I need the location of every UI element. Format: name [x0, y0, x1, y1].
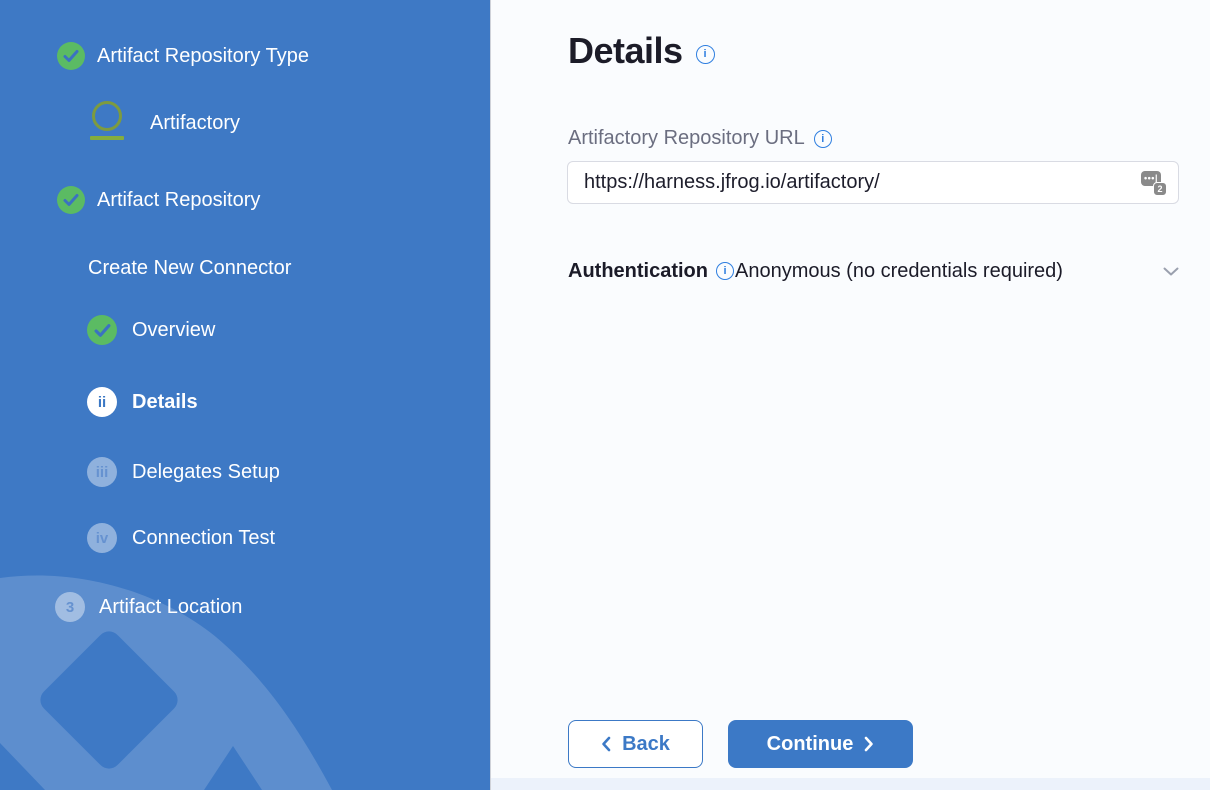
info-icon[interactable]: i [696, 45, 715, 64]
chevron-down-icon[interactable] [1163, 267, 1179, 276]
sidebar-step-artifact-repository-type[interactable]: Artifact Repository Type [57, 42, 309, 70]
back-button-label: Back [622, 733, 670, 756]
sidebar-section-create-new-connector: Create New Connector [88, 257, 291, 280]
step-label: Artifact Repository Type [97, 45, 309, 68]
step-numeral-badge: iii [87, 457, 117, 487]
wizard-footer-buttons: Back Continue [568, 720, 913, 768]
step-label: Artifactory [150, 112, 240, 135]
sidebar-step-delegates-setup[interactable]: iii Delegates Setup [87, 457, 280, 487]
url-field-label: Artifactory Repository URL [568, 127, 805, 150]
sidebar-step-artifact-location[interactable]: 3 Artifact Location [55, 592, 242, 622]
sidebar-step-artifact-repository[interactable]: Artifact Repository [57, 186, 260, 214]
step-label: Connection Test [132, 527, 275, 550]
wizard-sidebar: Artifact Repository Type Artifactory Art… [0, 0, 490, 790]
step-numeral-badge: ii [87, 387, 117, 417]
artifactory-icon [90, 101, 124, 145]
info-icon[interactable]: i [716, 262, 734, 280]
autofill-count-badge: 2 [1153, 182, 1167, 196]
url-field-label-row: Artifactory Repository URL i [568, 127, 832, 150]
continue-button[interactable]: Continue [728, 720, 913, 768]
sidebar-step-details[interactable]: ii Details [87, 387, 198, 417]
section-label: Create New Connector [88, 257, 291, 280]
step-label: Overview [132, 319, 215, 342]
back-button[interactable]: Back [568, 720, 703, 768]
continue-button-label: Continue [767, 733, 854, 756]
details-panel: Details i Artifactory Repository URL i •… [490, 0, 1210, 790]
authentication-row: Authentication i Anonymous (no credentia… [568, 256, 1179, 286]
chevron-left-icon [601, 736, 611, 752]
url-input-wrap: •••| 2 [567, 161, 1179, 204]
panel-header: Details i [568, 30, 715, 72]
page-background-strip [491, 778, 1210, 790]
chevron-right-icon [864, 736, 874, 752]
connector-wizard: Artifact Repository Type Artifactory Art… [0, 0, 1210, 790]
sidebar-step-artifactory[interactable]: Artifactory [90, 101, 240, 145]
artifactory-url-input[interactable] [567, 161, 1179, 204]
authentication-label: Authentication [568, 260, 708, 283]
sidebar-step-connection-test[interactable]: iv Connection Test [87, 523, 275, 553]
check-icon [57, 186, 85, 214]
check-icon [57, 42, 85, 70]
step-label: Artifact Repository [97, 189, 260, 212]
step-numeral-badge: iv [87, 523, 117, 553]
harness-logo-watermark [0, 555, 490, 790]
check-icon [87, 315, 117, 345]
sidebar-step-overview[interactable]: Overview [87, 315, 215, 345]
step-label: Delegates Setup [132, 461, 280, 484]
auth-method-select[interactable]: Anonymous (no credentials required) [735, 260, 1063, 283]
autofill-extension-icon[interactable]: •••| 2 [1141, 170, 1167, 196]
step-label: Artifact Location [99, 596, 242, 619]
step-label: Details [132, 391, 198, 414]
step-numeral-badge: 3 [55, 592, 85, 622]
page-title: Details [568, 30, 683, 72]
info-icon[interactable]: i [814, 130, 832, 148]
